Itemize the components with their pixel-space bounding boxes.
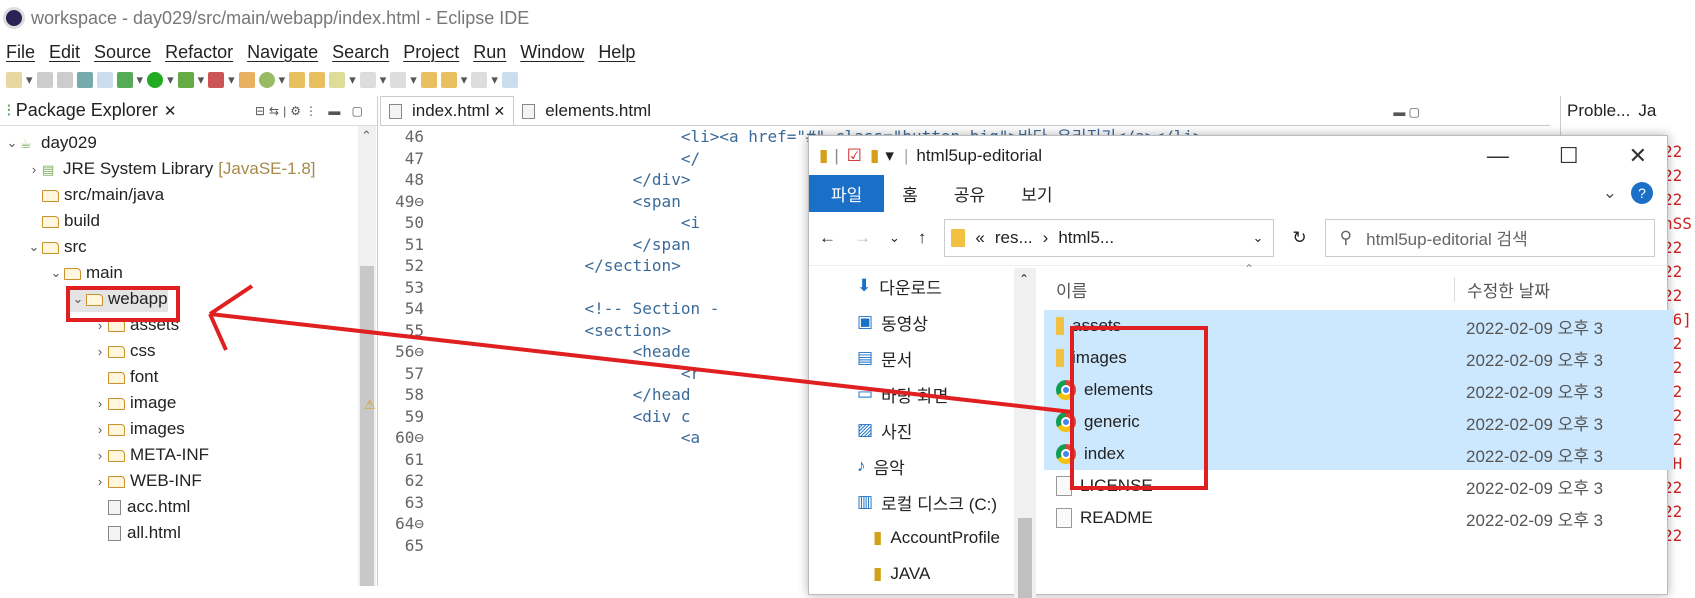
annotation-arrow [208, 284, 1073, 414]
